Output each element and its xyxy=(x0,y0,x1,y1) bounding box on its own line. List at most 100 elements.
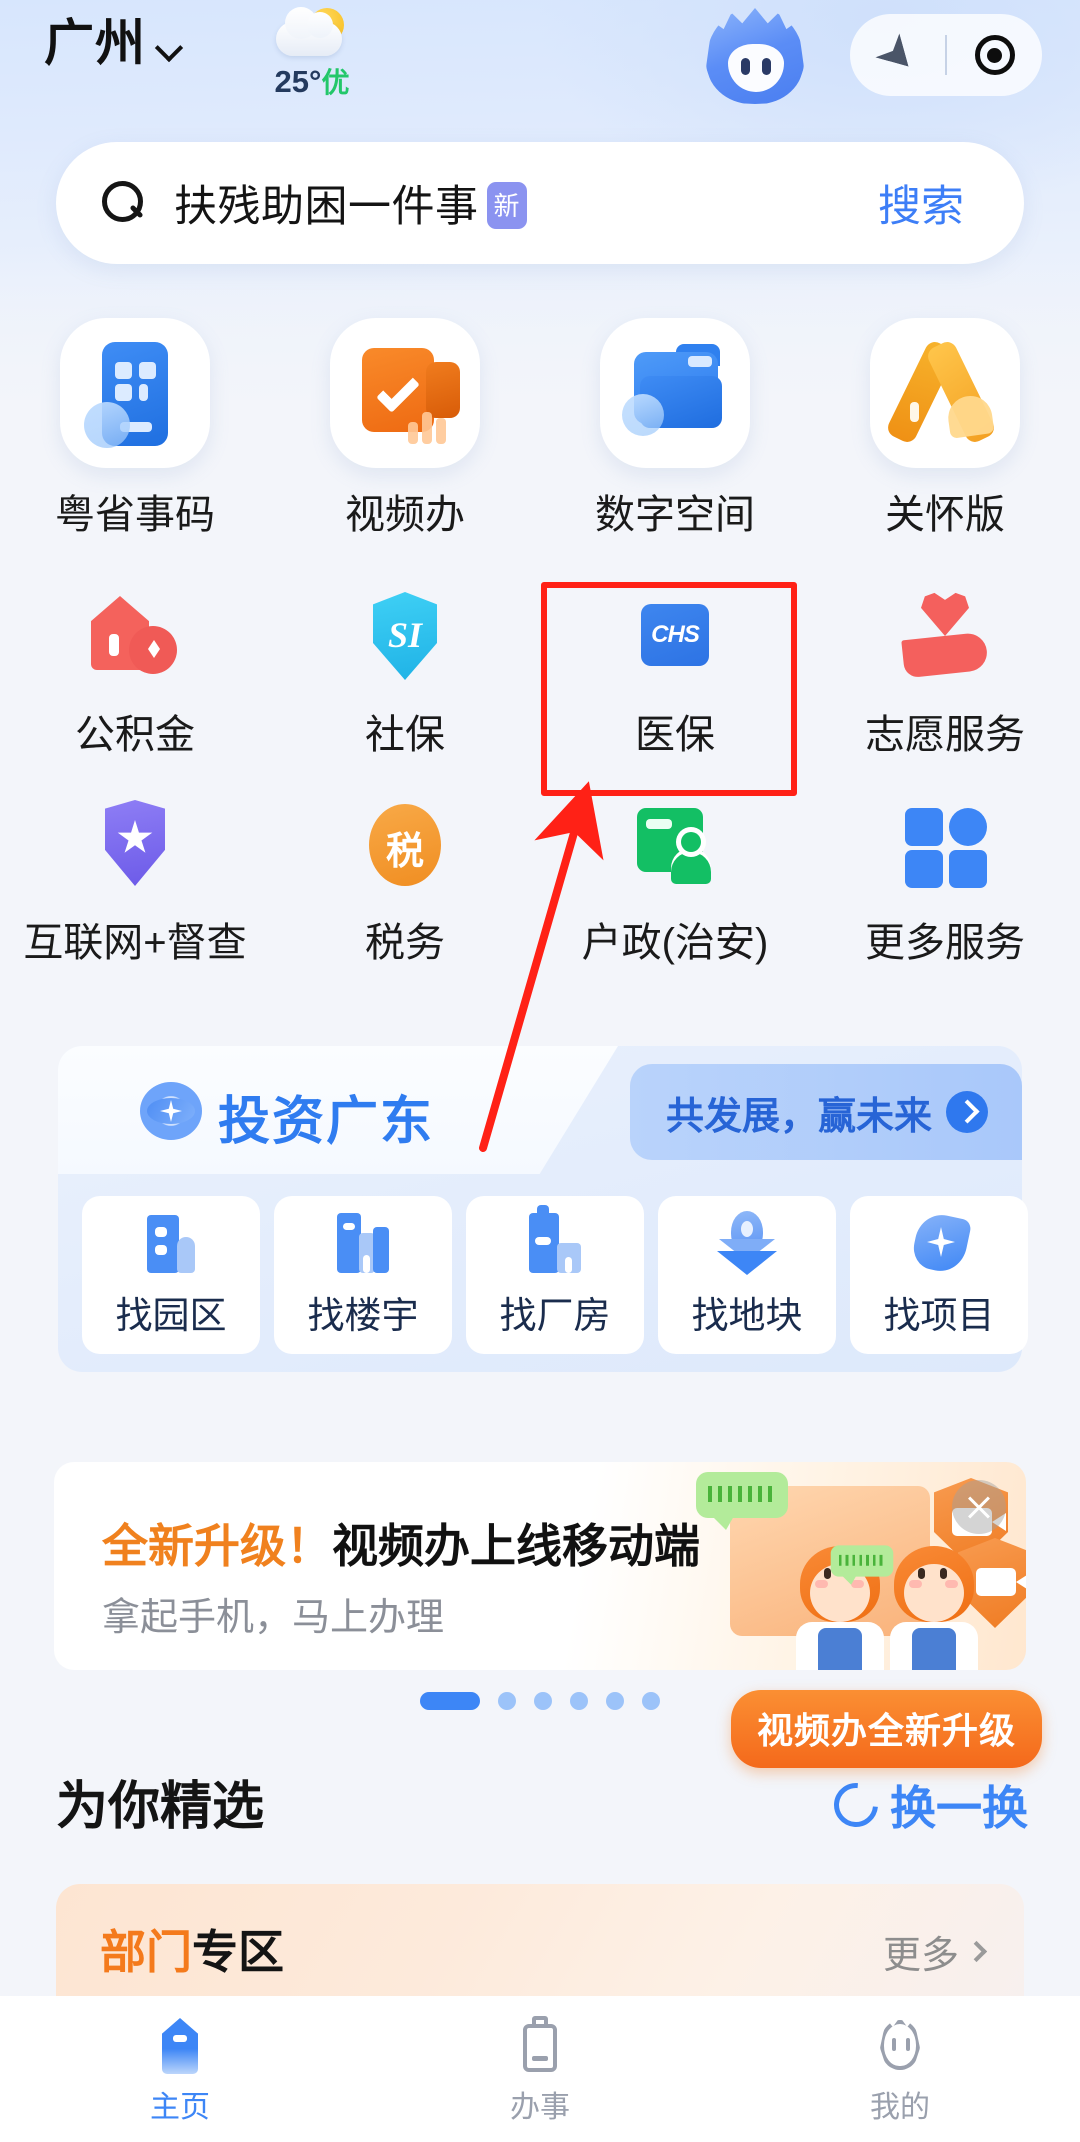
weather-temp: 25° xyxy=(274,64,322,99)
search-icon xyxy=(102,181,146,225)
search-button[interactable]: 搜索 xyxy=(878,172,964,234)
service-label: 粤省事码 xyxy=(55,493,215,537)
department-more-button[interactable]: 更多 xyxy=(883,1924,988,1979)
service-item-yueshengshima[interactable]: 粤省事码 xyxy=(0,318,270,578)
tab-services[interactable]: 办事 xyxy=(360,1996,720,2142)
volunteer-heart-hand-icon xyxy=(897,590,993,686)
service-row-2: 公积金 SI 社保 CHS 医保 志愿服务 xyxy=(0,578,1080,786)
service-label: 医保 xyxy=(635,713,715,757)
search-input[interactable]: 扶残助困一件事新 xyxy=(174,172,528,234)
service-item-yibao[interactable]: CHS 医保 xyxy=(540,578,810,786)
invest-item-factory[interactable]: 找厂房 xyxy=(466,1196,644,1354)
shield-star-icon xyxy=(87,798,183,894)
service-label: 户政(治安) xyxy=(581,921,769,965)
city-selector[interactable]: 广州 xyxy=(44,18,182,68)
promo-banner[interactable]: 全新升级！视频办上线移动端 拿起手机，马上办理 xyxy=(54,1462,1026,1670)
tab-home[interactable]: 主页 xyxy=(0,1996,360,2142)
shield-label: SI xyxy=(387,615,423,655)
banner-close-button[interactable] xyxy=(952,1480,1006,1534)
navigation-arrow-icon xyxy=(878,35,918,75)
service-item-shuzikongjian[interactable]: 数字空间 xyxy=(540,318,810,578)
service-item-gengduofuwu[interactable]: 更多服务 xyxy=(810,786,1080,994)
pagination-dot[interactable] xyxy=(642,1692,660,1710)
weather-readout: 25°优 xyxy=(252,66,372,97)
invest-item-project[interactable]: 找项目 xyxy=(850,1196,1028,1354)
service-label: 更多服务 xyxy=(865,921,1025,965)
chevron-right-icon xyxy=(965,1940,988,1963)
invest-cta-label: 共发展，赢未来 xyxy=(665,1095,932,1138)
pagination-dot[interactable] xyxy=(570,1692,588,1710)
video-check-icon xyxy=(330,318,480,468)
navigation-arrow-button[interactable] xyxy=(850,35,945,75)
record-button[interactable] xyxy=(947,35,1042,75)
project-star-icon xyxy=(901,1210,977,1276)
service-row-1: 粤省事码 视频办 数字空间 关怀版 xyxy=(0,318,1080,578)
refresh-label: 换一换 xyxy=(890,1782,1028,1834)
invest-guangdong-card[interactable]: 投资广东 共发展，赢未来 找园区 找楼宇 找厂房 找地块 找项目 xyxy=(58,1046,1028,1372)
office-tower-icon xyxy=(325,1211,401,1275)
home-icon xyxy=(148,2014,212,2078)
invest-item-label: 找楼宇 xyxy=(307,1295,419,1336)
pagination-dot[interactable] xyxy=(606,1692,624,1710)
service-item-huzheng-zhian[interactable]: 户政(治安) xyxy=(540,786,810,994)
chevron-down-icon xyxy=(156,36,182,62)
invest-item-land[interactable]: 找地块 xyxy=(658,1196,836,1354)
department-zone-title: 部门专区 xyxy=(100,1916,284,1982)
banner-title-rest: 视频办上线移动端 xyxy=(332,1520,700,1572)
service-label: 志愿服务 xyxy=(865,713,1025,757)
service-item-shuiwu[interactable]: 税 税务 xyxy=(270,786,540,994)
medical-insurance-chs-icon: CHS xyxy=(627,590,723,686)
search-new-badge: 新 xyxy=(486,182,528,229)
tax-label: 税 xyxy=(385,831,424,873)
chs-label: CHS xyxy=(651,621,700,648)
invest-item-park[interactable]: 找园区 xyxy=(82,1196,260,1354)
clipboard-icon xyxy=(508,2014,572,2078)
service-item-shebao[interactable]: SI 社保 xyxy=(270,578,540,786)
housing-fund-icon xyxy=(87,590,183,686)
digital-folder-icon xyxy=(600,318,750,468)
more-grid-icon xyxy=(897,798,993,894)
service-item-shipinban[interactable]: 视频办 xyxy=(270,318,540,578)
search-bar[interactable]: 扶残助困一件事新 搜索 xyxy=(56,142,1024,264)
social-insurance-shield-icon: SI xyxy=(357,590,453,686)
pagination-dot[interactable] xyxy=(534,1692,552,1710)
bottom-tab-bar: 主页 办事 我的 xyxy=(0,1996,1080,2142)
service-item-zhiyuanfuwu[interactable]: 志愿服务 xyxy=(810,578,1080,786)
pagination-dot-active[interactable] xyxy=(420,1692,480,1710)
invest-card-cta[interactable]: 共发展，赢未来 xyxy=(630,1064,1022,1160)
refresh-icon xyxy=(825,1774,887,1836)
department-title-highlight: 部门 xyxy=(100,1926,192,1978)
department-zone-card[interactable]: 部门专区 更多 xyxy=(56,1884,1024,2004)
service-label: 视频办 xyxy=(345,493,465,537)
service-item-gongjijin[interactable]: 公积金 xyxy=(0,578,270,786)
refresh-button[interactable]: 换一换 xyxy=(825,1772,1028,1838)
tab-mine[interactable]: 我的 xyxy=(720,1996,1080,2142)
service-item-guanhuaiban[interactable]: 关怀版 xyxy=(810,318,1080,578)
service-label: 互联网+督查 xyxy=(23,921,247,965)
banner-float-badge[interactable]: 视频办全新升级 xyxy=(730,1690,1042,1768)
section-title: 为你精选 xyxy=(56,1778,265,1836)
service-grid: 粤省事码 视频办 数字空间 关怀版 公积金 SI 社保 CHS 医保 志愿服务 … xyxy=(0,318,1080,994)
invest-item-label: 找厂房 xyxy=(499,1295,611,1336)
weather-widget[interactable]: 25°优 xyxy=(252,7,372,97)
park-building-icon xyxy=(133,1211,209,1275)
pagination-dot[interactable] xyxy=(498,1692,516,1710)
household-id-card-icon xyxy=(627,798,723,894)
service-row-3: 互联网+督查 税 税务 户政(治安) 更多服务 xyxy=(0,786,1080,994)
tab-label: 办事 xyxy=(510,2091,570,2124)
invest-item-list: 找园区 找楼宇 找厂房 找地块 找项目 xyxy=(82,1196,1028,1354)
sun-behind-cloud-icon xyxy=(272,7,352,62)
service-label: 税务 xyxy=(365,921,445,965)
service-label: 公积金 xyxy=(75,713,195,757)
mini-program-capsule xyxy=(850,14,1042,96)
tax-circle-icon: 税 xyxy=(357,798,453,894)
department-title-rest: 专区 xyxy=(192,1926,284,1978)
invest-item-tower[interactable]: 找楼宇 xyxy=(274,1196,452,1354)
banner-subtitle: 拿起手机，马上办理 xyxy=(102,1597,445,1639)
service-label: 社保 xyxy=(365,713,445,757)
blue-flame-mascot-icon[interactable] xyxy=(706,8,804,104)
mascot-head-icon xyxy=(868,2014,932,2078)
invest-item-label: 找项目 xyxy=(883,1295,995,1336)
service-item-hulianwang-duchao[interactable]: 互联网+督查 xyxy=(0,786,270,994)
invest-guangdong-logo-icon xyxy=(140,1082,202,1140)
